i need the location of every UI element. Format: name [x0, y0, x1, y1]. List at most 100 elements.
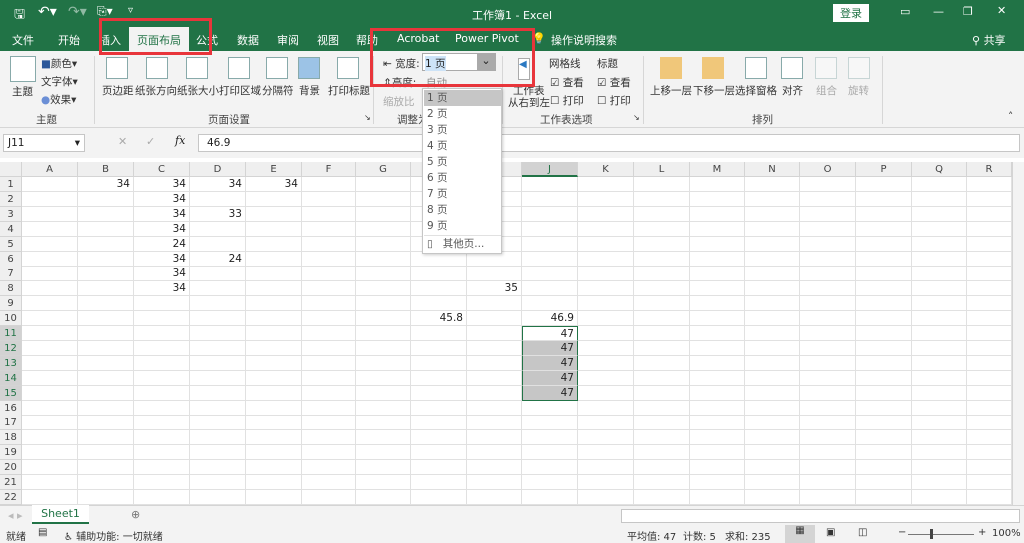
- cell-A2[interactable]: [22, 191, 78, 207]
- cell-I12[interactable]: [467, 340, 522, 356]
- cell-G21[interactable]: [356, 475, 411, 490]
- cell-P1[interactable]: [856, 177, 912, 192]
- cell-E8[interactable]: [246, 281, 302, 297]
- tab-data[interactable]: 数据: [237, 32, 259, 48]
- cell-C8[interactable]: 34: [134, 281, 190, 297]
- cell-D11[interactable]: [190, 326, 246, 341]
- cell-M15[interactable]: [690, 385, 745, 401]
- column-header-N[interactable]: N: [745, 162, 800, 177]
- cell-Q8[interactable]: [912, 281, 967, 297]
- cell-O13[interactable]: [800, 355, 856, 371]
- cell-N17[interactable]: [745, 415, 800, 431]
- cell-I20[interactable]: [467, 460, 522, 476]
- cell-E1[interactable]: 34: [246, 177, 302, 192]
- cell-N11[interactable]: [745, 326, 800, 341]
- cell-B18[interactable]: [78, 430, 134, 446]
- insert-function-button[interactable]: fx: [175, 134, 185, 147]
- cell-N3[interactable]: [745, 206, 800, 222]
- cell-Q16[interactable]: [912, 400, 967, 416]
- themes-icon[interactable]: [10, 56, 36, 82]
- tab-view[interactable]: 视图: [317, 32, 339, 48]
- cell-M12[interactable]: [690, 340, 745, 356]
- cell-B11[interactable]: [78, 326, 134, 341]
- cell-K10[interactable]: [578, 311, 634, 327]
- cell-I19[interactable]: [467, 445, 522, 461]
- cell-I22[interactable]: [467, 489, 522, 505]
- cell-H13[interactable]: [411, 355, 467, 371]
- cell-A7[interactable]: [22, 266, 78, 282]
- tell-me-search[interactable]: 操作说明搜索: [551, 32, 617, 48]
- column-header-Q[interactable]: Q: [912, 162, 967, 177]
- cell-D7[interactable]: [190, 266, 246, 282]
- dropdown-option[interactable]: 6 页: [424, 170, 501, 186]
- cell-D12[interactable]: [190, 340, 246, 356]
- cell-A19[interactable]: [22, 445, 78, 461]
- margins-button[interactable]: 页边距: [102, 83, 134, 98]
- sheet-options-launcher-icon[interactable]: ↘: [633, 113, 640, 122]
- row-header-17[interactable]: 17: [0, 415, 22, 431]
- cell-K16[interactable]: [578, 400, 634, 416]
- cell-L8[interactable]: [634, 281, 690, 297]
- cell-P13[interactable]: [856, 355, 912, 371]
- cell-F4[interactable]: [302, 221, 356, 237]
- cell-A3[interactable]: [22, 206, 78, 222]
- cell-Q6[interactable]: [912, 251, 967, 267]
- cell-N1[interactable]: [745, 177, 800, 192]
- cell-C21[interactable]: [134, 475, 190, 490]
- cell-G7[interactable]: [356, 266, 411, 282]
- cell-N10[interactable]: [745, 311, 800, 327]
- vertical-scrollbar[interactable]: [1012, 162, 1024, 505]
- selection-pane-button[interactable]: 选择窗格: [735, 83, 777, 98]
- cell-K18[interactable]: [578, 430, 634, 446]
- column-header-A[interactable]: A: [22, 162, 78, 177]
- cell-C13[interactable]: [134, 355, 190, 371]
- cell-Q20[interactable]: [912, 460, 967, 476]
- cell-K9[interactable]: [578, 296, 634, 312]
- cell-G16[interactable]: [356, 400, 411, 416]
- cell-D5[interactable]: [190, 236, 246, 252]
- cell-E16[interactable]: [246, 400, 302, 416]
- themes-button[interactable]: 主题: [12, 84, 33, 99]
- cell-F15[interactable]: [302, 385, 356, 401]
- cell-G3[interactable]: [356, 206, 411, 222]
- cell-K15[interactable]: [578, 385, 634, 401]
- cell-P15[interactable]: [856, 385, 912, 401]
- bring-forward-button[interactable]: 上移一层: [650, 83, 692, 98]
- row-header-4[interactable]: 4: [0, 221, 22, 237]
- cell-D14[interactable]: [190, 370, 246, 386]
- row-header-18[interactable]: 18: [0, 430, 22, 446]
- cell-P6[interactable]: [856, 251, 912, 267]
- row-header-16[interactable]: 16: [0, 400, 22, 416]
- cell-B19[interactable]: [78, 445, 134, 461]
- cell-R5[interactable]: [967, 236, 1012, 252]
- cell-N18[interactable]: [745, 430, 800, 446]
- send-backward-button[interactable]: 下移一层: [693, 83, 735, 98]
- cell-J10[interactable]: 46.9: [522, 311, 578, 327]
- cell-J4[interactable]: [522, 221, 578, 237]
- column-header-M[interactable]: M: [690, 162, 745, 177]
- cell-J5[interactable]: [522, 236, 578, 252]
- cell-A9[interactable]: [22, 296, 78, 312]
- cell-E19[interactable]: [246, 445, 302, 461]
- row-header-9[interactable]: 9: [0, 296, 22, 312]
- cell-A16[interactable]: [22, 400, 78, 416]
- cell-N22[interactable]: [745, 489, 800, 505]
- cell-N8[interactable]: [745, 281, 800, 297]
- cell-D22[interactable]: [190, 489, 246, 505]
- cell-L12[interactable]: [634, 340, 690, 356]
- cell-B3[interactable]: [78, 206, 134, 222]
- zoom-in-icon[interactable]: +: [978, 527, 986, 538]
- horizontal-scrollbar[interactable]: [621, 509, 1020, 523]
- cell-F20[interactable]: [302, 460, 356, 476]
- cell-A12[interactable]: [22, 340, 78, 356]
- cell-G9[interactable]: [356, 296, 411, 312]
- zoom-level[interactable]: 100%: [992, 528, 1021, 539]
- cell-A20[interactable]: [22, 460, 78, 476]
- cell-H9[interactable]: [411, 296, 467, 312]
- row-header-21[interactable]: 21: [0, 475, 22, 490]
- cell-Q18[interactable]: [912, 430, 967, 446]
- cell-C15[interactable]: [134, 385, 190, 401]
- cell-G20[interactable]: [356, 460, 411, 476]
- row-header-3[interactable]: 3: [0, 206, 22, 222]
- column-header-R[interactable]: R: [967, 162, 1012, 177]
